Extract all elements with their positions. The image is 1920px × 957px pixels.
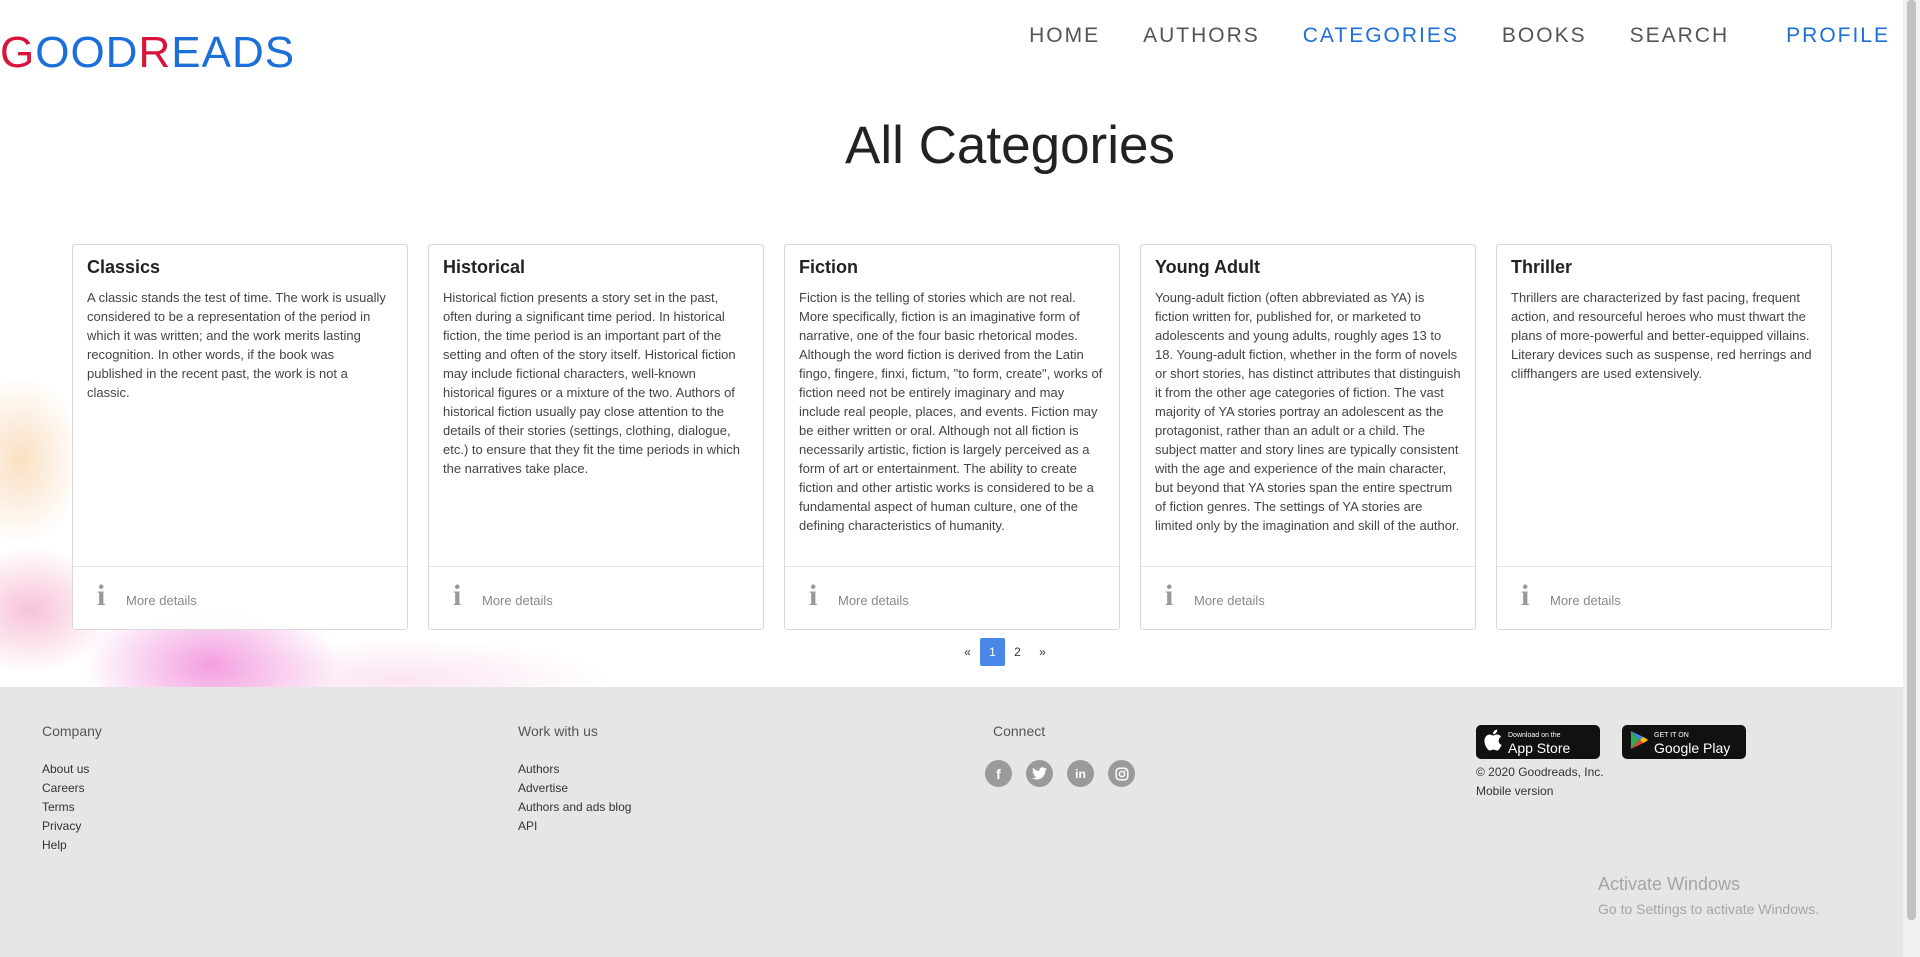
nav-profile[interactable]: PROFILE: [1786, 22, 1890, 50]
logo-letters-eads: EADS: [171, 28, 296, 77]
pagination-next[interactable]: »: [1030, 638, 1055, 666]
pagination-prev[interactable]: «: [955, 638, 980, 666]
google-play-big: Google Play: [1654, 740, 1731, 756]
info-icon: i: [1165, 579, 1174, 612]
card-description: Thrillers are characterized by fast paci…: [1511, 290, 1812, 381]
mobile-version-link[interactable]: Mobile version: [1476, 782, 1604, 801]
category-card-young-adult: Young Adult Young-adult fiction (often a…: [1140, 244, 1476, 630]
pagination-page-2[interactable]: 2: [1005, 638, 1030, 666]
footer-link-careers[interactable]: Careers: [42, 779, 102, 798]
card-title: Young Adult: [1155, 257, 1260, 277]
card-footer: i More details: [73, 566, 407, 629]
footer-company: Company About us Careers Terms Privacy H…: [42, 723, 102, 855]
nav-search[interactable]: SEARCH: [1630, 22, 1730, 50]
info-icon: i: [453, 579, 462, 612]
footer-link-terms[interactable]: Terms: [42, 798, 102, 817]
footer-link-authors[interactable]: Authors: [518, 760, 631, 779]
card-description: A classic stands the test of time. The w…: [87, 290, 386, 400]
footer-work: Work with us Authors Advertise Authors a…: [518, 723, 631, 836]
card-title: Fiction: [799, 257, 858, 277]
card-description: Young-adult fiction (often abbreviated a…: [1155, 290, 1461, 533]
watermark-line-2: Go to Settings to activate Windows.: [1598, 901, 1819, 917]
windows-activation-watermark: Activate Windows Go to Settings to activ…: [1598, 874, 1819, 917]
footer-link-help[interactable]: Help: [42, 836, 102, 855]
more-details-link[interactable]: More details: [838, 593, 909, 608]
more-details-link[interactable]: More details: [1194, 593, 1265, 608]
site-footer: Company About us Careers Terms Privacy H…: [0, 687, 1903, 957]
logo-letter-g: G: [0, 28, 36, 77]
app-store-badge[interactable]: Download on the App Store: [1476, 725, 1600, 759]
card-title: Historical: [443, 257, 526, 277]
google-play-icon: [1630, 730, 1648, 754]
card-title: Classics: [87, 257, 161, 277]
card-footer: i More details: [1141, 566, 1475, 629]
more-details-link[interactable]: More details: [482, 593, 553, 608]
footer-meta: © 2020 Goodreads, Inc. Mobile version: [1476, 763, 1604, 801]
card-footer: i More details: [785, 566, 1119, 629]
footer-heading: Work with us: [518, 723, 598, 739]
footer-connect: Connect f in: [985, 723, 1135, 787]
footer-link-about[interactable]: About us: [42, 760, 102, 779]
footer-heading: Company: [42, 723, 102, 739]
app-store-big: App Store: [1508, 740, 1571, 756]
footer-link-api[interactable]: API: [518, 817, 631, 836]
facebook-icon[interactable]: f: [985, 760, 1012, 787]
nav-home[interactable]: HOME: [1029, 22, 1100, 50]
goodreads-logo[interactable]: GOODREADS: [0, 28, 295, 78]
card-title: Thriller: [1511, 257, 1573, 277]
card-footer: i More details: [429, 566, 763, 629]
category-card-historical: Historical Historical fiction presents a…: [428, 244, 764, 630]
footer-link-privacy[interactable]: Privacy: [42, 817, 102, 836]
card-description: Historical fiction presents a story set …: [443, 290, 740, 476]
scrollbar-thumb[interactable]: [1907, 0, 1916, 920]
vertical-scrollbar[interactable]: [1903, 0, 1920, 957]
twitter-icon[interactable]: [1026, 760, 1053, 787]
instagram-icon[interactable]: [1108, 760, 1135, 787]
info-icon: i: [1521, 579, 1530, 612]
category-card-thriller: Thriller Thrillers are characterized by …: [1496, 244, 1832, 630]
social-icons: f in: [985, 760, 1135, 787]
google-play-badge[interactable]: GET IT ON Google Play: [1622, 725, 1746, 759]
main-nav: HOME AUTHORS CATEGORIES BOOKS SEARCH PRO…: [1029, 22, 1890, 50]
nav-books[interactable]: BOOKS: [1502, 22, 1587, 50]
more-details-link[interactable]: More details: [126, 593, 197, 608]
pagination-page-1[interactable]: 1: [980, 638, 1005, 666]
footer-heading: Connect: [993, 723, 1046, 739]
pagination: « 1 2 »: [955, 638, 1055, 666]
linkedin-icon[interactable]: in: [1067, 760, 1094, 787]
watermark-line-1: Activate Windows: [1598, 874, 1741, 894]
card-description: Fiction is the telling of stories which …: [799, 290, 1103, 533]
category-cards: Classics A classic stands the test of ti…: [72, 244, 1832, 630]
logo-letters-ood: OOD: [35, 28, 139, 77]
page-title: All Categories: [845, 116, 1175, 175]
category-card-fiction: Fiction Fiction is the telling of storie…: [784, 244, 1120, 630]
nav-authors[interactable]: AUTHORS: [1143, 22, 1260, 50]
more-details-link[interactable]: More details: [1550, 593, 1621, 608]
footer-link-advertise[interactable]: Advertise: [518, 779, 631, 798]
nav-categories[interactable]: CATEGORIES: [1303, 22, 1459, 50]
app-badges: Download on the App Store GET IT ON Goog…: [1476, 725, 1746, 759]
info-icon: i: [97, 579, 106, 612]
card-footer: i More details: [1497, 566, 1831, 629]
copyright: © 2020 Goodreads, Inc.: [1476, 765, 1604, 779]
logo-letter-r: R: [138, 28, 172, 77]
category-card-classics: Classics A classic stands the test of ti…: [72, 244, 408, 630]
apple-icon: [1484, 729, 1502, 755]
footer-link-ads-blog[interactable]: Authors and ads blog: [518, 798, 631, 817]
info-icon: i: [809, 579, 818, 612]
